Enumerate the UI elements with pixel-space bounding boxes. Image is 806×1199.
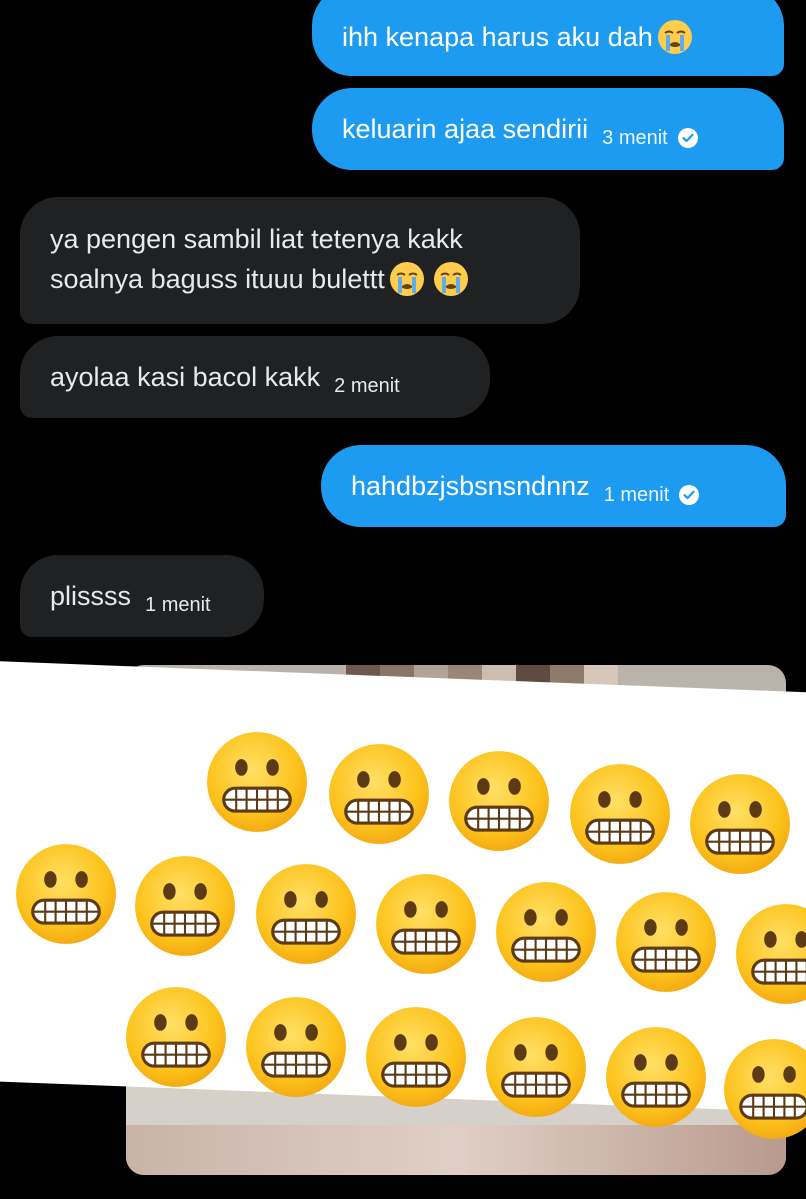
- message-outgoing[interactable]: keluarin ajaa sendirii 3 menit: [312, 88, 784, 170]
- message-text: keluarin ajaa sendirii: [342, 114, 589, 144]
- read-check-icon: [679, 485, 700, 505]
- photo-bottom: [126, 1125, 786, 1175]
- grimacing-face-icon: [14, 842, 118, 946]
- grimacing-face-icon: [614, 890, 718, 994]
- read-check-icon: [677, 128, 698, 148]
- message-outgoing[interactable]: ihh kenapa harus aku dah: [312, 0, 784, 76]
- loudly-crying-face-icon: [657, 20, 692, 54]
- message-text: plissss: [50, 581, 132, 611]
- message-incoming[interactable]: ayolaa kasi bacol kakk 2 menit: [20, 336, 490, 418]
- message-incoming[interactable]: plissss 1 menit: [20, 555, 264, 637]
- message-line: ya pengen sambil liat tetenya kakk: [50, 224, 463, 254]
- grimacing-face-icon: [484, 1015, 588, 1119]
- message-text: ihh kenapa harus aku dah: [342, 22, 653, 52]
- message-outgoing[interactable]: hahdbzjsbsnsndnnz 1 menit: [321, 445, 786, 527]
- message-line-row: soalnya baguss ituuu bulettt: [50, 259, 550, 299]
- message-time: 3 menit: [602, 118, 698, 158]
- media-message[interactable]: [0, 657, 806, 1187]
- grimacing-face-icon: [327, 742, 431, 846]
- message-time: 1 menit: [145, 594, 211, 616]
- message-text: ayolaa kasi bacol kakk: [50, 362, 321, 392]
- message-time: 1 menit: [604, 475, 700, 515]
- grimacing-face-icon: [604, 1025, 708, 1129]
- message-line: soalnya baguss ituuu bulettt: [50, 264, 385, 294]
- grimacing-face-icon: [133, 854, 237, 958]
- grimacing-face-icon: [254, 862, 358, 966]
- grimacing-face-icon: [364, 1005, 468, 1109]
- message-incoming[interactable]: ya pengen sambil liat tetenya kakk soaln…: [20, 197, 580, 324]
- grimacing-face-icon: [205, 730, 309, 834]
- grimacing-face-icon: [124, 985, 228, 1089]
- message-time: 2 menit: [334, 375, 400, 397]
- grimacing-face-icon: [494, 880, 598, 984]
- grimacing-face-icon: [722, 1037, 806, 1141]
- grimacing-face-icon: [374, 872, 478, 976]
- loudly-crying-face-icon: [433, 262, 468, 296]
- grimacing-face-icon: [688, 772, 792, 876]
- grimacing-face-icon: [734, 902, 806, 1006]
- message-text: hahdbzjsbsnsndnnz: [351, 471, 590, 501]
- grimacing-face-icon: [244, 995, 348, 1099]
- grimacing-face-icon: [447, 749, 551, 853]
- grimacing-face-icon: [568, 762, 672, 866]
- loudly-crying-face-icon: [389, 262, 424, 296]
